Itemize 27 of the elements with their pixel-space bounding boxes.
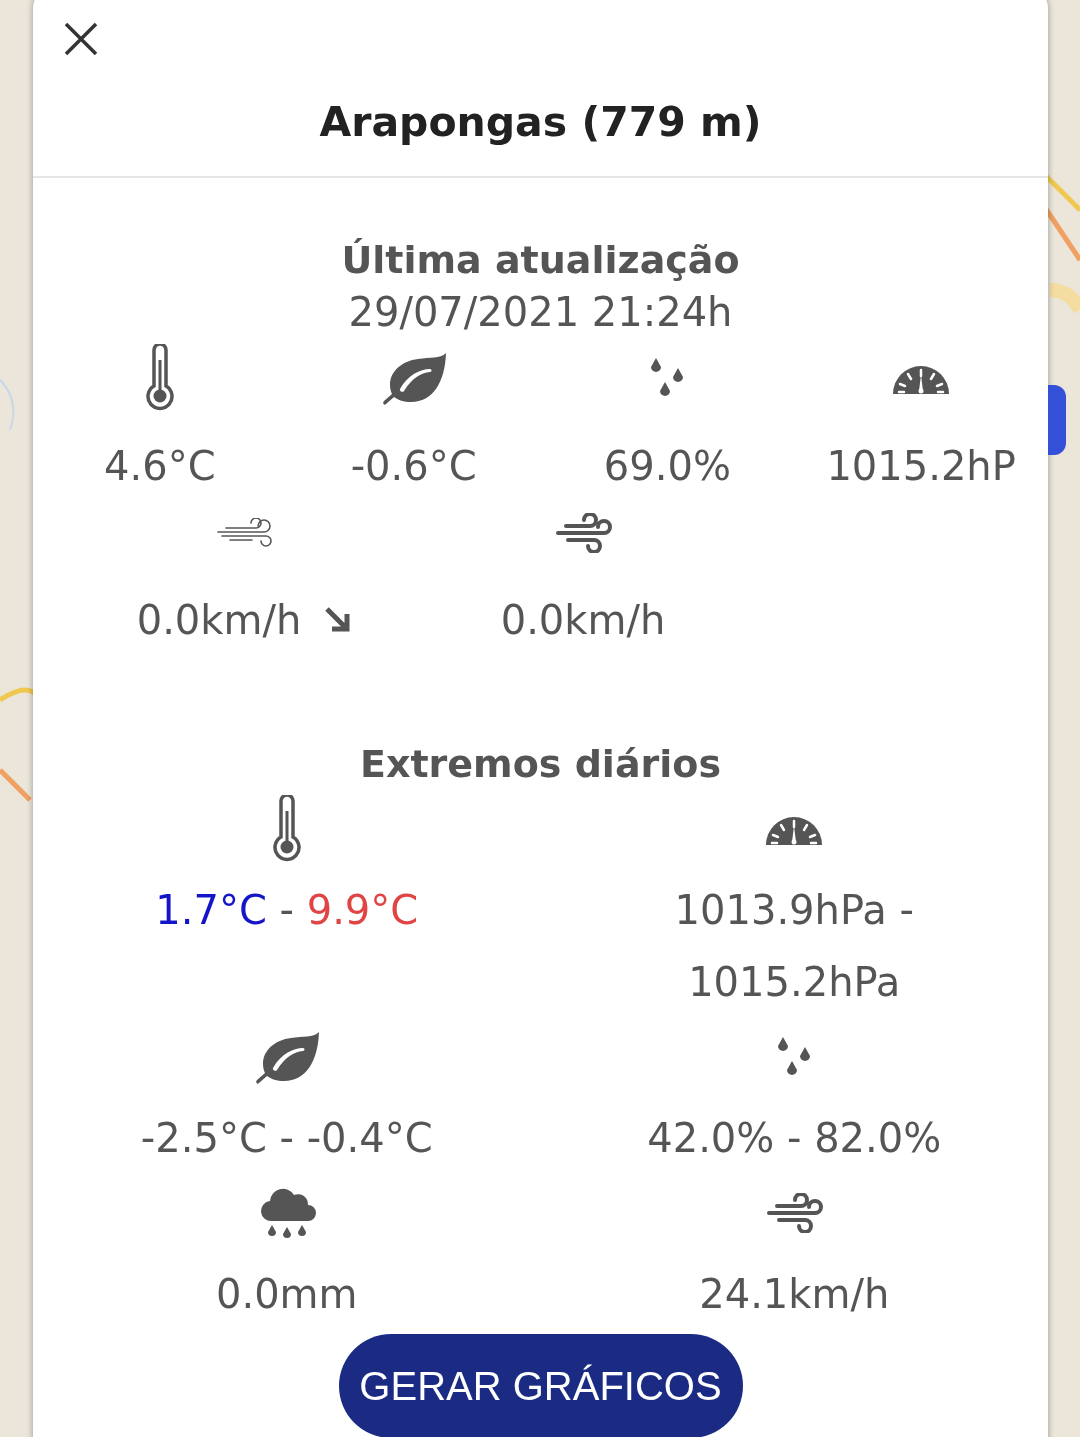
range-value: -2.5°C - -0.4°C: [140, 1114, 433, 1163]
thermometer-icon: [144, 344, 175, 412]
wind-icon: [554, 513, 612, 553]
wind-value: 0.0km/h: [136, 596, 302, 645]
map-button[interactable]: [1048, 385, 1066, 455]
range-separator: -: [279, 887, 294, 933]
range-value: 1013.9hPa - 1015.2hPa: [673, 886, 915, 1007]
section-heading: Última atualização: [340, 237, 741, 284]
range-value: 0.0mm: [215, 1270, 358, 1319]
reading-value: 1015.2hP: [826, 442, 1016, 491]
max-temperature: 9.9°C: [306, 887, 419, 933]
close-icon: [64, 22, 98, 56]
generate-charts-button[interactable]: GERAR GRÁFICOS: [338, 1334, 743, 1437]
reading-value: 4.6°C: [104, 442, 216, 491]
reading-value: -0.6°C: [350, 442, 477, 491]
range-value: 42.0% - 82.0%: [647, 1114, 942, 1163]
reading-value: 69.0%: [603, 442, 731, 491]
range-value: 24.1km/h: [699, 1270, 890, 1319]
wind-value: 0.0km/h: [500, 596, 666, 645]
section-heading: Extremos diários: [358, 741, 723, 788]
close-button[interactable]: [64, 22, 98, 56]
thermometer-icon: [271, 795, 302, 863]
wind-icon: [765, 1193, 824, 1233]
station-title: Arapongas (779 m): [318, 97, 763, 148]
update-timestamp: 29/07/2021 21:24h: [347, 288, 734, 337]
wind-icon: [216, 518, 274, 548]
min-temperature: 1.7°C: [155, 887, 267, 933]
